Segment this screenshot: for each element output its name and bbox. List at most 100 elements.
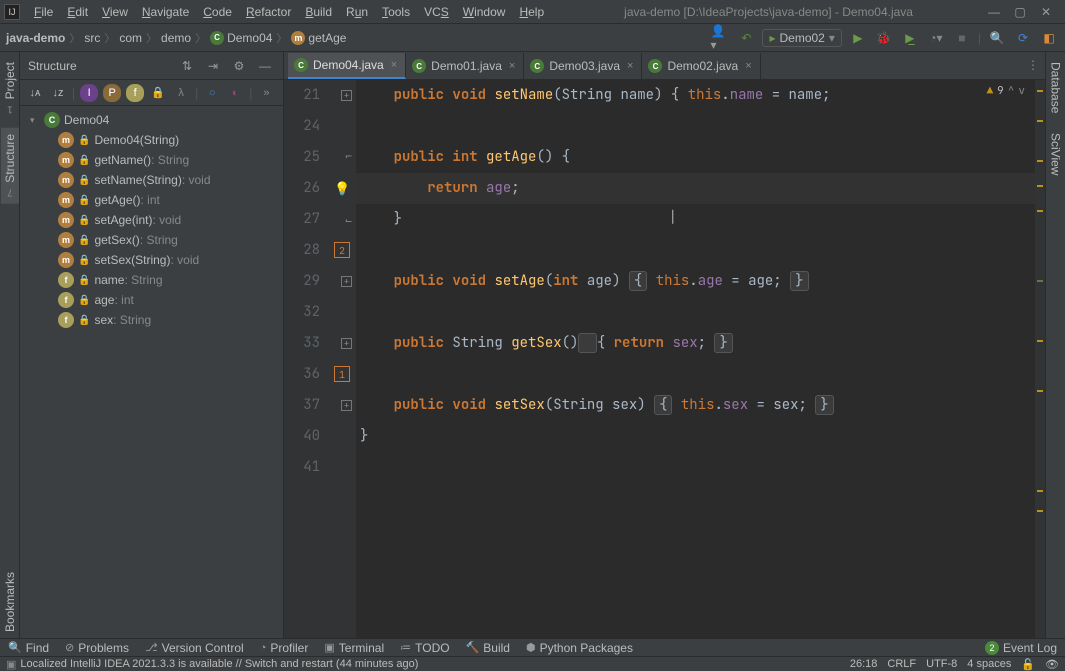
st-autoscroll-icon[interactable]: ◐ — [226, 84, 244, 102]
bt-vcs[interactable]: ⎇Version Control — [145, 641, 244, 655]
search-icon[interactable]: 🔍 — [987, 28, 1007, 48]
structure-settings-icon[interactable]: ⚙ — [229, 56, 249, 76]
fold-plus-33-icon[interactable]: + — [341, 338, 352, 349]
back-icon[interactable]: ↶ — [736, 28, 756, 48]
fold-plus-21-icon[interactable]: + — [341, 90, 352, 101]
line-number[interactable]: 29 — [288, 266, 320, 297]
bt-build[interactable]: 🔨Build — [466, 641, 510, 655]
st-sort-alpha-icon[interactable]: ↓ᴀ — [26, 84, 44, 102]
line-number[interactable]: 33 — [288, 328, 320, 359]
st-show-properties-icon[interactable]: P — [103, 84, 121, 102]
menu-refactor[interactable]: Refactor — [240, 3, 297, 21]
rail-database[interactable]: Database — [1047, 56, 1065, 119]
bt-profiler[interactable]: ◔Profiler — [260, 641, 309, 655]
fold-start-25-icon[interactable]: ⌐ — [345, 150, 352, 164]
fold-plus-29-icon[interactable]: + — [341, 276, 352, 287]
coverage-icon[interactable]: ▶̲ — [900, 28, 920, 48]
line-number[interactable]: 25 — [288, 142, 320, 173]
menu-navigate[interactable]: Navigate — [136, 3, 195, 21]
status-line-sep[interactable]: CRLF — [887, 658, 916, 670]
line-number[interactable]: 27 — [288, 204, 320, 235]
editor-tab[interactable]: CDemo03.java× — [524, 53, 642, 79]
bc-com[interactable]: com — [119, 31, 142, 45]
window-maximize-icon[interactable]: ▢ — [1013, 5, 1027, 19]
status-indent[interactable]: 4 spaces — [967, 658, 1011, 670]
menu-window[interactable]: Window — [457, 3, 512, 21]
status-readonly-icon[interactable]: 🔓 — [1021, 658, 1035, 671]
editor-tab[interactable]: CDemo02.java× — [642, 53, 760, 79]
line-number[interactable]: 41 — [288, 452, 320, 483]
tree-member[interactable]: m🔒getName(): String — [22, 150, 281, 170]
menu-code[interactable]: Code — [197, 3, 238, 21]
menu-vcs[interactable]: VCS — [418, 3, 455, 21]
tree-member[interactable]: m🔒setAge(int): void — [22, 210, 281, 230]
status-caret-pos[interactable]: 26:18 — [850, 658, 878, 670]
bc-demo[interactable]: demo — [161, 31, 191, 45]
rail-structure[interactable]: 7 Structure — [1, 128, 19, 204]
structure-sort-icon[interactable]: ⇅ — [177, 56, 197, 76]
editor-tab[interactable]: CDemo01.java× — [406, 53, 524, 79]
menu-tools[interactable]: Tools — [376, 3, 416, 21]
window-minimize-icon[interactable]: — — [987, 5, 1001, 19]
bt-problems[interactable]: ⊘Problems — [65, 641, 129, 655]
status-inspect-icon[interactable]: 👁 — [1045, 658, 1059, 671]
st-lock-icon[interactable]: 🔒 — [149, 84, 167, 102]
rail-bookmarks[interactable]: Bookmarks — [1, 566, 19, 638]
bt-terminal[interactable]: ▣Terminal — [324, 641, 384, 655]
fold-end-27-icon[interactable]: ⌙ — [345, 214, 352, 228]
profiler-icon[interactable]: ◔▾ — [926, 28, 946, 48]
tree-member[interactable]: m🔒getSex(): String — [22, 230, 281, 250]
line-number[interactable]: 40 — [288, 421, 320, 452]
bt-event-log[interactable]: 2 Event Log — [985, 641, 1057, 655]
editor-stripe[interactable] — [1035, 80, 1045, 638]
status-encoding[interactable]: UTF-8 — [926, 658, 957, 670]
fold-box-36[interactable]: 1 — [334, 366, 350, 382]
tab-close-icon[interactable]: × — [625, 60, 633, 72]
tree-member[interactable]: m🔒getAge(): int — [22, 190, 281, 210]
problems-indicator[interactable]: ▲9 ^v — [987, 84, 1025, 98]
bt-todo[interactable]: ≔TODO — [400, 641, 449, 655]
bt-python[interactable]: ⬢Python Packages — [526, 641, 633, 655]
line-number[interactable]: 26 — [288, 173, 320, 204]
st-more-icon[interactable]: » — [257, 84, 275, 102]
structure-collapse-icon[interactable]: ⇥ — [203, 56, 223, 76]
editor-tab[interactable]: CDemo04.java× — [288, 53, 406, 79]
st-anon-icon[interactable]: λ — [172, 84, 190, 102]
st-show-inherited-icon[interactable]: I — [80, 84, 98, 102]
tree-member[interactable]: f🔒name: String — [22, 270, 281, 290]
stop-icon[interactable]: ■ — [952, 28, 972, 48]
intention-bulb-icon[interactable]: 💡 — [334, 180, 350, 197]
tabs-more-icon[interactable]: ⋮ — [1027, 58, 1039, 72]
tree-member[interactable]: m🔒setName(String): void — [22, 170, 281, 190]
st-expand-icon[interactable]: ○ — [203, 84, 221, 102]
bc-src[interactable]: src — [84, 31, 100, 45]
bc-project[interactable]: java-demo — [6, 31, 65, 45]
line-number[interactable]: 32 — [288, 297, 320, 328]
menu-view[interactable]: View — [96, 3, 134, 21]
tree-member[interactable]: m🔒setSex(String): void — [22, 250, 281, 270]
rail-project[interactable]: 1 Project — [1, 56, 19, 120]
user-icon[interactable]: 👤▾ — [710, 28, 730, 48]
tree-member[interactable]: f🔒age: int — [22, 290, 281, 310]
tree-member[interactable]: f🔒sex: String — [22, 310, 281, 330]
line-number[interactable]: 21 — [288, 80, 320, 111]
st-sort-visibility-icon[interactable]: ↓ᴢ — [49, 84, 67, 102]
code-area[interactable]: ▲9 ^v public void setName(String name) {… — [356, 80, 1035, 638]
structure-hide-icon[interactable]: — — [255, 56, 275, 76]
menu-file[interactable]: File — [28, 3, 59, 21]
line-number[interactable]: 36 — [288, 359, 320, 390]
line-number[interactable]: 37 — [288, 390, 320, 421]
tab-close-icon[interactable]: × — [743, 60, 751, 72]
debug-button-icon[interactable]: 🐞 — [874, 28, 894, 48]
tree-root[interactable]: ▾ C Demo04 — [22, 110, 281, 130]
line-number[interactable]: 28 — [288, 235, 320, 266]
tab-close-icon[interactable]: × — [389, 59, 397, 71]
run-config-selector[interactable]: ▸ Demo02 ▾ — [762, 29, 841, 47]
line-number[interactable]: 24 — [288, 111, 320, 142]
ide-icon[interactable]: ◧ — [1039, 28, 1059, 48]
rail-sciview[interactable]: SciView — [1047, 127, 1065, 181]
menu-run[interactable]: Run — [340, 3, 374, 21]
fold-plus-37-icon[interactable]: + — [341, 400, 352, 411]
menu-edit[interactable]: Edit — [61, 3, 94, 21]
sync-icon[interactable]: ⟳ — [1013, 28, 1033, 48]
